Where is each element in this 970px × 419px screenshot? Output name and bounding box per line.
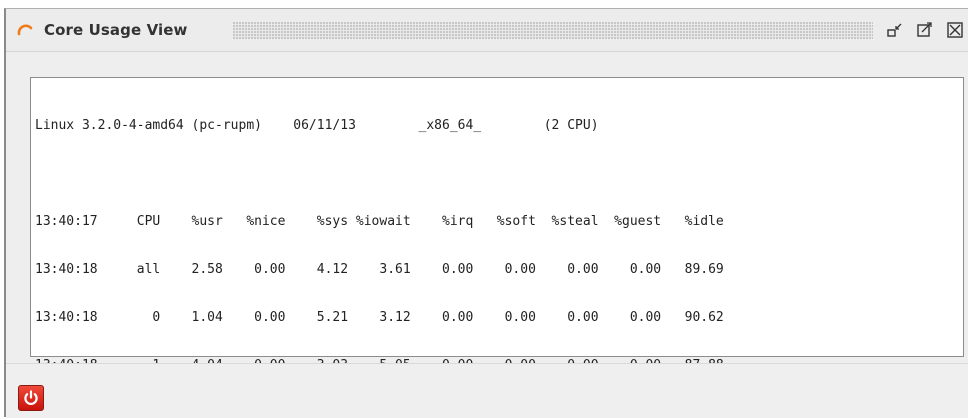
- column-header-line: 13:40:17 CPU %usr %nice %sys %iowait %ir…: [35, 214, 724, 229]
- power-icon: [24, 390, 38, 405]
- window-title: Core Usage View: [44, 21, 188, 39]
- core-usage-window: Core Usage View Linux 3.2.0-4-amd64 (pc-…: [4, 8, 968, 418]
- power-button[interactable]: [18, 385, 44, 411]
- spinner-arc-icon: [17, 24, 33, 36]
- close-icon[interactable]: [946, 21, 964, 39]
- console-output: Linux 3.2.0-4-amd64 (pc-rupm) 06/11/13 _…: [31, 78, 963, 406]
- minimize-icon[interactable]: [886, 21, 904, 39]
- system-info-line: Linux 3.2.0-4-amd64 (pc-rupm) 06/11/13 _…: [35, 118, 599, 133]
- title-drag-area[interactable]: [233, 22, 873, 39]
- cpu-row-0: 13:40:18 0 1.04 0.00 5.21 3.12 0.00 0.00…: [35, 310, 724, 325]
- console-output-panel[interactable]: Linux 3.2.0-4-amd64 (pc-rupm) 06/11/13 _…: [30, 77, 964, 373]
- bottom-toolbar: [6, 363, 968, 418]
- cpu-row-all: 13:40:18 all 2.58 0.00 4.12 3.61 0.00 0.…: [35, 262, 724, 277]
- maximize-icon[interactable]: [916, 21, 934, 39]
- title-bar[interactable]: Core Usage View: [6, 9, 968, 52]
